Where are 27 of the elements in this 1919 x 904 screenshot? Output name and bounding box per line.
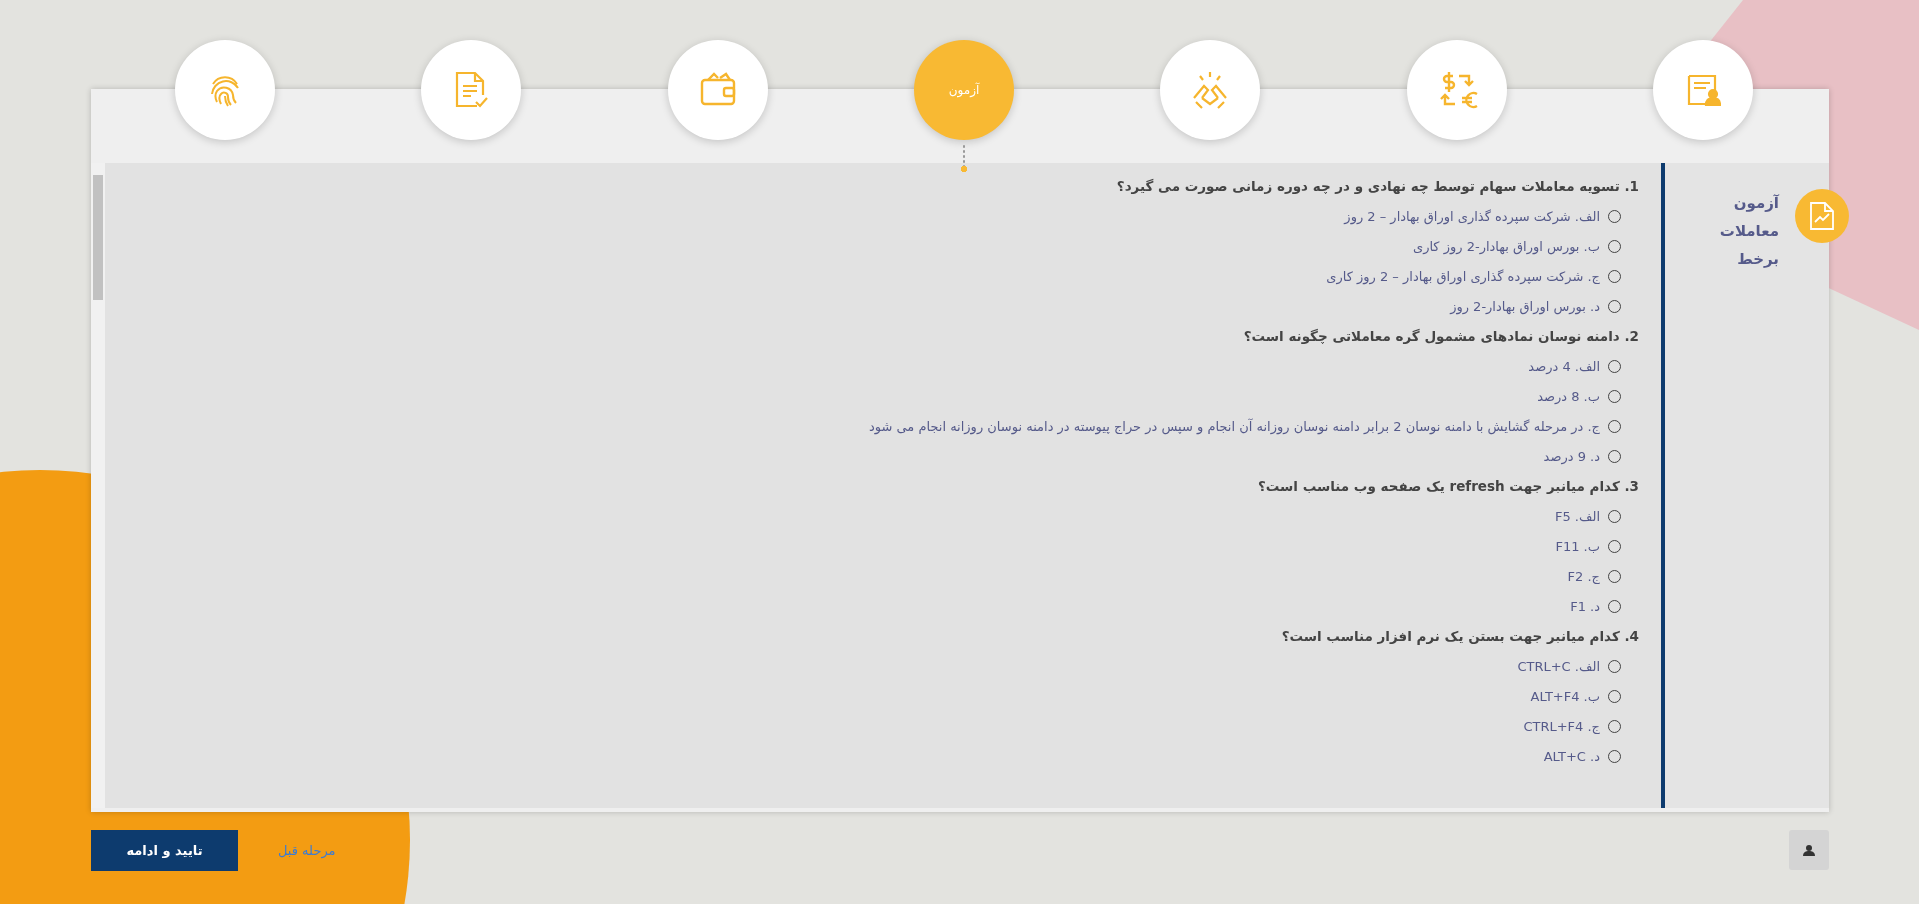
answer-option[interactable]: ج. CTRL+F4 (1523, 711, 1639, 741)
user-button[interactable] (1789, 830, 1829, 870)
answer-option[interactable]: ب. بورس اوراق بهادار-2 روز کاری (1412, 231, 1639, 261)
question-text: 3. کدام میانبر جهت refresh یک صفحه وب مناسب است؟ (1256, 477, 1639, 497)
answer-option[interactable]: الف. CTRL+C (1517, 651, 1639, 681)
answer-option[interactable]: ج. F2 (1567, 561, 1639, 591)
answer-option[interactable]: الف. شرکت سپرده گذاری اوراق بهادار – 2 روز (1344, 201, 1639, 231)
answer-option[interactable]: د. ALT+C (1543, 741, 1639, 771)
answer-option[interactable]: د. 9 درصد (1543, 441, 1639, 471)
user-icon (1803, 844, 1815, 856)
chart-document-badge (1795, 189, 1849, 243)
answer-option[interactable]: د. F1 (1570, 591, 1639, 621)
question-text: 4. کدام میانبر جهت بستن یک نرم افزار مناسب است؟ (1280, 627, 1639, 647)
answer-option[interactable]: ب. 8 درصد (1537, 381, 1639, 411)
step-connector (961, 144, 967, 172)
question-text: 1. تسویه معاملات سهام توسط چه نهادی و در چه دوره زمانی صورت می گیرد؟ (1115, 177, 1639, 197)
answer-option[interactable]: الف. 4 درصد (1528, 351, 1639, 381)
answer-option[interactable]: ب. F11 (1555, 531, 1639, 561)
answer-option[interactable]: ب. ALT+F4 (1530, 681, 1639, 711)
answer-option[interactable]: ج. در مرحله گشایش با دامنه نوسان 2 برابر دامنه نوسان روزانه آن انجام و سپس در حراج پیوسته در دامنه نوسان روزانه انجام می شود (868, 411, 1639, 441)
answer-option[interactable]: الف. F5 (1554, 501, 1639, 531)
section-title: آزمون معاملات برخط (1718, 193, 1779, 270)
answer-option[interactable]: د. بورس اوراق بهادار-2 روز (1450, 291, 1639, 321)
confirm-button[interactable]: تایید و ادامه (91, 830, 238, 871)
question-text: 2. دامنه نوسان نمادهای مشمول گره معاملاتی چگونه است؟ (1242, 327, 1639, 346)
answer-option[interactable]: ج. شرکت سپرده گذاری اوراق بهادار – 2 روز کاری (1326, 261, 1639, 291)
document-check-icon (453, 70, 490, 110)
